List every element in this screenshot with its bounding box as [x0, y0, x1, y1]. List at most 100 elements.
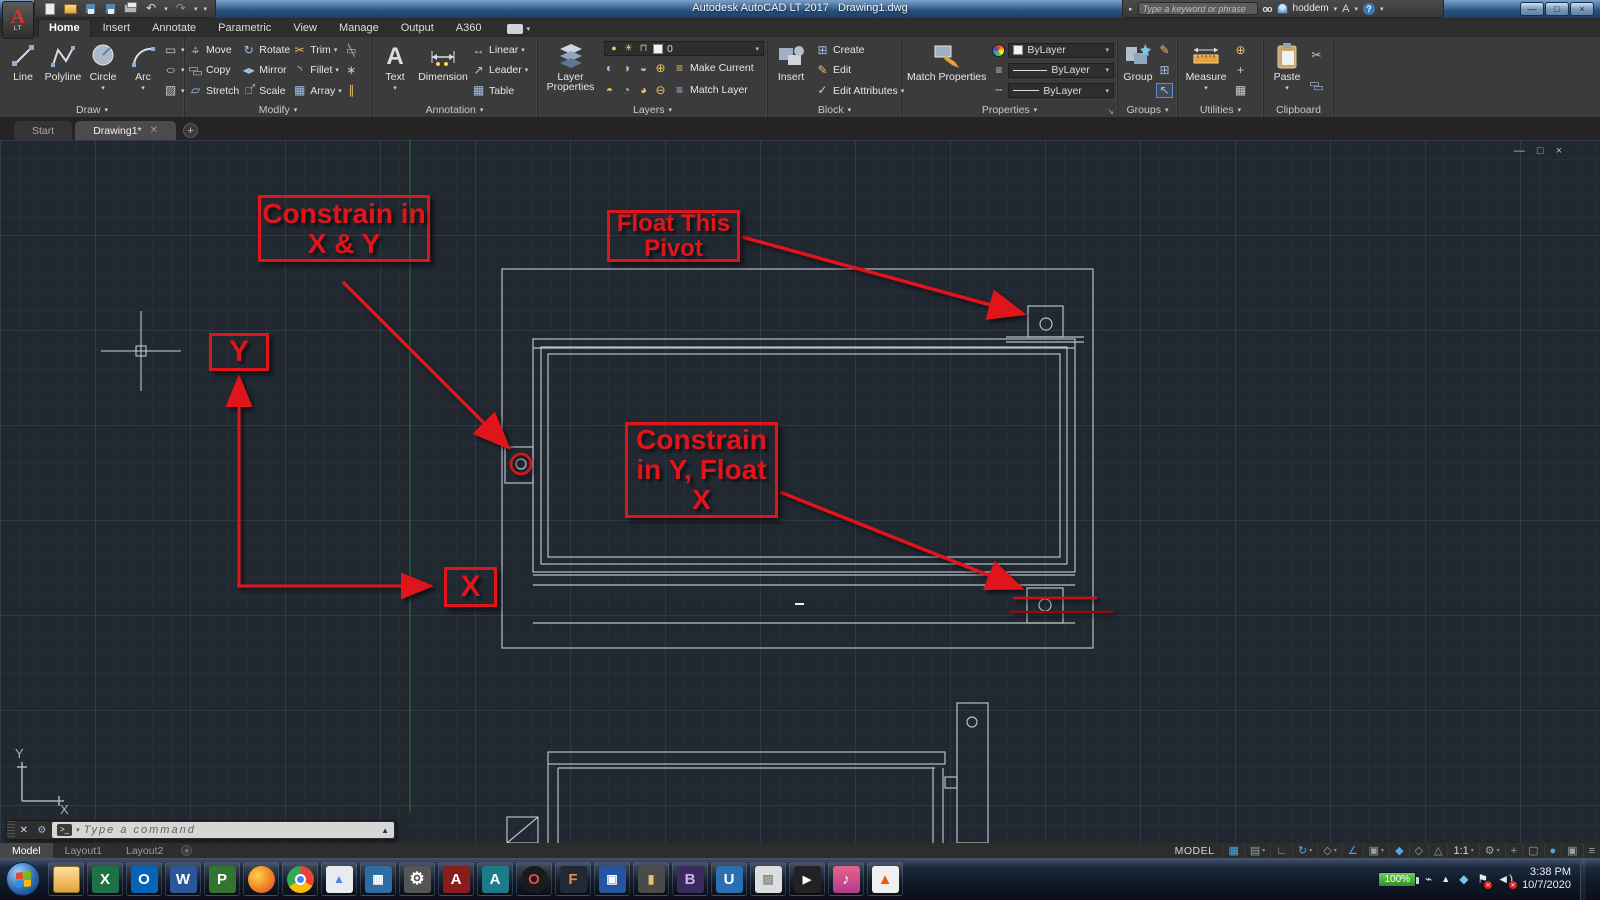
- scale-button[interactable]: □↗Scale: [241, 81, 290, 101]
- taskbar-photos-button[interactable]: ▲: [321, 862, 357, 896]
- arc-button[interactable]: Arc▾: [123, 39, 163, 102]
- annotation-scale-icon[interactable]: △: [1428, 843, 1447, 858]
- help-dropdown-icon[interactable]: ▾: [1380, 5, 1384, 13]
- layer-lock-icon[interactable]: ⊕: [655, 61, 666, 76]
- taskbar-autocad-button[interactable]: A: [438, 862, 474, 896]
- redo-button[interactable]: ↷: [174, 2, 188, 15]
- group-selection-toggle[interactable]: ↖: [1157, 84, 1172, 97]
- measure-dropdown-icon[interactable]: ▾: [1204, 83, 1208, 94]
- taskbar-lock-app-button[interactable]: ▮: [633, 862, 669, 896]
- taskbar-music-button[interactable]: ♪: [828, 862, 864, 896]
- taskbar-chrome-button[interactable]: [282, 862, 318, 896]
- new-layout-button[interactable]: +: [181, 845, 192, 856]
- layer-unlock-all-icon[interactable]: ⊖: [655, 83, 666, 98]
- taskbar-firefox-button[interactable]: [243, 862, 279, 896]
- command-expand-icon[interactable]: ▲: [381, 826, 389, 835]
- edit-block-button[interactable]: ✎Edit: [815, 60, 904, 80]
- layer-unisolate-icon[interactable]: ◓: [604, 83, 615, 98]
- second-frame-drawing[interactable]: [507, 703, 988, 843]
- model-space-indicator[interactable]: MODEL: [1167, 845, 1223, 857]
- tab-a360[interactable]: A360: [446, 20, 492, 37]
- id-point-button[interactable]: ⊕: [1233, 44, 1248, 57]
- file-tab-close-icon[interactable]: ✕: [150, 125, 158, 136]
- layer-freeze-icon[interactable]: ◑: [621, 61, 632, 76]
- new-file-button[interactable]: [43, 2, 57, 15]
- circle-button[interactable]: Circle▾: [83, 39, 123, 102]
- leader-button[interactable]: ↗Leader▾: [471, 60, 528, 80]
- panel-modify-title[interactable]: Modify▾: [185, 102, 371, 117]
- mirror-button[interactable]: ◂▸Mirror: [241, 60, 290, 80]
- ortho-mode-toggle[interactable]: ∟: [1270, 843, 1292, 858]
- layout-tab-layout1[interactable]: Layout1: [53, 843, 114, 858]
- explode-button[interactable]: ∗: [344, 60, 359, 80]
- taskbar-blue-app-button[interactable]: ▣: [594, 862, 630, 896]
- layer-off-icon[interactable]: ◒: [638, 61, 649, 76]
- object-snap-tracking-toggle[interactable]: ∠: [1342, 843, 1363, 858]
- action-center-flag-icon[interactable]: ⚑: [1477, 872, 1488, 886]
- isodraft-dropdown-icon[interactable]: ▾: [1334, 847, 1337, 854]
- panel-annotation-title[interactable]: Annotation▾: [372, 102, 537, 117]
- hardware-acceleration-button[interactable]: ▣: [1561, 843, 1582, 858]
- customization-button[interactable]: +: [1505, 843, 1522, 858]
- bottom-right-pivot-bracket[interactable]: [1027, 588, 1063, 623]
- taskbar-f-app-button[interactable]: F: [555, 862, 591, 896]
- grid-display-toggle[interactable]: ▦: [1222, 843, 1243, 858]
- taskbar-a360-button[interactable]: A: [477, 862, 513, 896]
- viewport-restore-button[interactable]: □: [1537, 146, 1544, 157]
- maximize-button[interactable]: □: [1545, 2, 1569, 16]
- viewport-minimize-button[interactable]: —: [1514, 146, 1525, 157]
- tab-insert[interactable]: Insert: [93, 20, 141, 37]
- tab-view[interactable]: View: [283, 20, 327, 37]
- leader-dropdown-icon[interactable]: ▾: [525, 66, 529, 74]
- panel-draw-title[interactable]: Draw▾: [0, 102, 184, 117]
- cut-button[interactable]: ✂: [1309, 49, 1324, 62]
- command-line[interactable]: ✕ ⚙ >_ ▾ Type a command ▲: [6, 820, 396, 840]
- volume-muted-icon[interactable]: ◄): [1497, 872, 1513, 886]
- user-dropdown-icon[interactable]: ▾: [1334, 5, 1338, 13]
- left-pivot-bracket[interactable]: [505, 447, 533, 483]
- autodesk-app-icon[interactable]: A: [1342, 3, 1349, 15]
- quick-calc-button[interactable]: ▦: [1233, 84, 1248, 97]
- linear-dropdown-icon[interactable]: ▾: [521, 46, 525, 54]
- top-right-pivot-hole[interactable]: [1040, 318, 1052, 330]
- copy-button[interactable]: ▭▭Copy: [188, 60, 239, 80]
- dimension-button[interactable]: Dimension: [415, 39, 471, 102]
- insert-button[interactable]: Insert: [771, 39, 811, 102]
- taskbar-gallery-button[interactable]: ▨: [750, 862, 786, 896]
- qat-customize-icon[interactable]: ▾: [203, 5, 207, 13]
- viewport-close-button[interactable]: ×: [1556, 146, 1562, 157]
- offset-button[interactable]: ∥: [344, 81, 359, 101]
- layer-select[interactable]: ● ☀ ⊓ 0 ▾: [604, 41, 764, 56]
- tab-manage[interactable]: Manage: [329, 20, 389, 37]
- bottom-right-pivot-hole[interactable]: [1039, 599, 1051, 611]
- command-line-grip[interactable]: [7, 821, 15, 839]
- minimize-button[interactable]: —: [1520, 2, 1544, 16]
- start-button[interactable]: [6, 862, 40, 896]
- undo-button[interactable]: ↶: [144, 2, 158, 15]
- taskbar-opera-button[interactable]: O: [516, 862, 552, 896]
- save-button[interactable]: [83, 2, 97, 15]
- annotation-visibility-toggle[interactable]: ◆: [1389, 843, 1408, 858]
- workspace-dropdown-icon[interactable]: ▾: [1497, 847, 1500, 854]
- text-dropdown-icon[interactable]: ▾: [393, 83, 397, 94]
- panel-clipboard-title[interactable]: Clipboard: [1264, 102, 1333, 117]
- undo-dropdown-icon[interactable]: ▾: [164, 5, 168, 13]
- polar-dropdown-icon[interactable]: ▾: [1309, 847, 1312, 854]
- tray-expand-icon[interactable]: ▲: [1441, 874, 1450, 884]
- trim-button[interactable]: ✂Trim▾: [292, 40, 342, 60]
- taskbar-project-button[interactable]: P: [204, 862, 240, 896]
- annotation-autoscale-toggle[interactable]: ◇: [1409, 843, 1428, 858]
- scale-dropdown-icon[interactable]: ▾: [1471, 847, 1474, 854]
- clean-screen-button[interactable]: ●: [1544, 843, 1562, 858]
- command-recent-dropdown-icon[interactable]: ▾: [76, 826, 80, 834]
- fillet-dropdown-icon[interactable]: ▾: [335, 66, 339, 74]
- layer-on-all-icon[interactable]: ◕: [638, 83, 649, 98]
- erase-button[interactable]: ▭╲: [344, 40, 359, 60]
- open-file-button[interactable]: [63, 2, 77, 15]
- autodesk-dropdown-icon[interactable]: ▾: [1355, 5, 1359, 13]
- taskbar-word-button[interactable]: W: [165, 862, 201, 896]
- search-input[interactable]: Type a keyword or phrase: [1138, 2, 1258, 15]
- linetype-select[interactable]: ByLayer▾: [1008, 83, 1114, 98]
- taskbar-media-player-button[interactable]: ▶: [789, 862, 825, 896]
- workspace-switching-button[interactable]: ⚙▾: [1479, 843, 1505, 858]
